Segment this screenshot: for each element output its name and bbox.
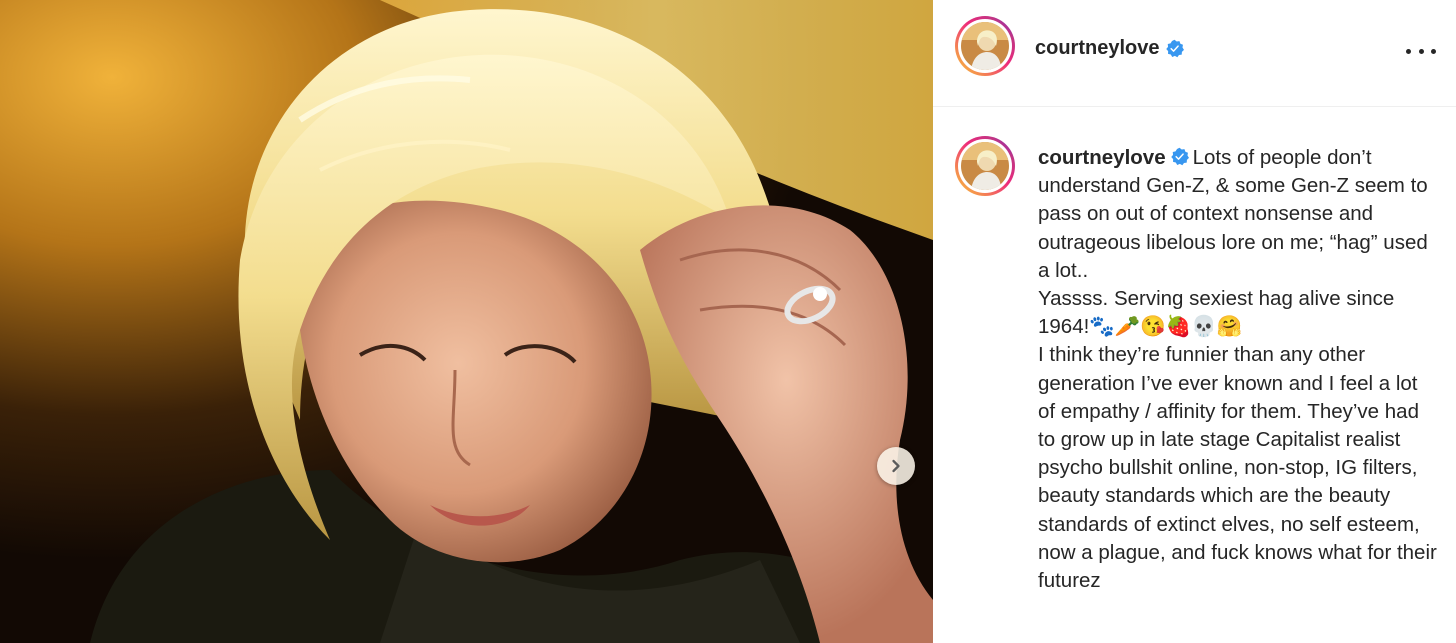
header-username-group: courtneylove bbox=[1035, 37, 1185, 60]
more-options-icon-dot bbox=[1406, 48, 1411, 54]
chevron-right-icon bbox=[892, 459, 900, 473]
post-header: courtneylove bbox=[933, 0, 1456, 107]
verified-badge-icon bbox=[1166, 39, 1185, 58]
caption-line-2: Yassss. Serving sexiest hag alive since … bbox=[1038, 287, 1395, 339]
caption-paragraph: courtneylove Lots of people don’t underst… bbox=[1038, 144, 1438, 285]
instagram-post: courtneylove courtneylove Lots of people… bbox=[0, 0, 1456, 643]
caption-line-3: I think they’re funnier than any other g… bbox=[1038, 343, 1437, 593]
caption-author-avatar[interactable] bbox=[955, 136, 1015, 196]
next-photo-button[interactable] bbox=[877, 447, 915, 485]
post-caption: courtneylove Lots of people don’t underst… bbox=[1038, 144, 1438, 595]
more-options-button[interactable] bbox=[1406, 38, 1436, 64]
more-options-icon-dot bbox=[1431, 48, 1436, 54]
post-photo[interactable] bbox=[0, 0, 933, 643]
header-username[interactable]: courtneylove bbox=[1035, 37, 1159, 60]
post-image bbox=[0, 0, 933, 643]
avatar-image bbox=[961, 22, 1009, 70]
verified-badge-icon bbox=[1170, 147, 1189, 166]
avatar-image bbox=[961, 142, 1009, 190]
author-avatar[interactable] bbox=[955, 16, 1015, 76]
caption-username[interactable]: courtneylove bbox=[1038, 146, 1166, 169]
more-options-icon-dot bbox=[1418, 48, 1424, 54]
